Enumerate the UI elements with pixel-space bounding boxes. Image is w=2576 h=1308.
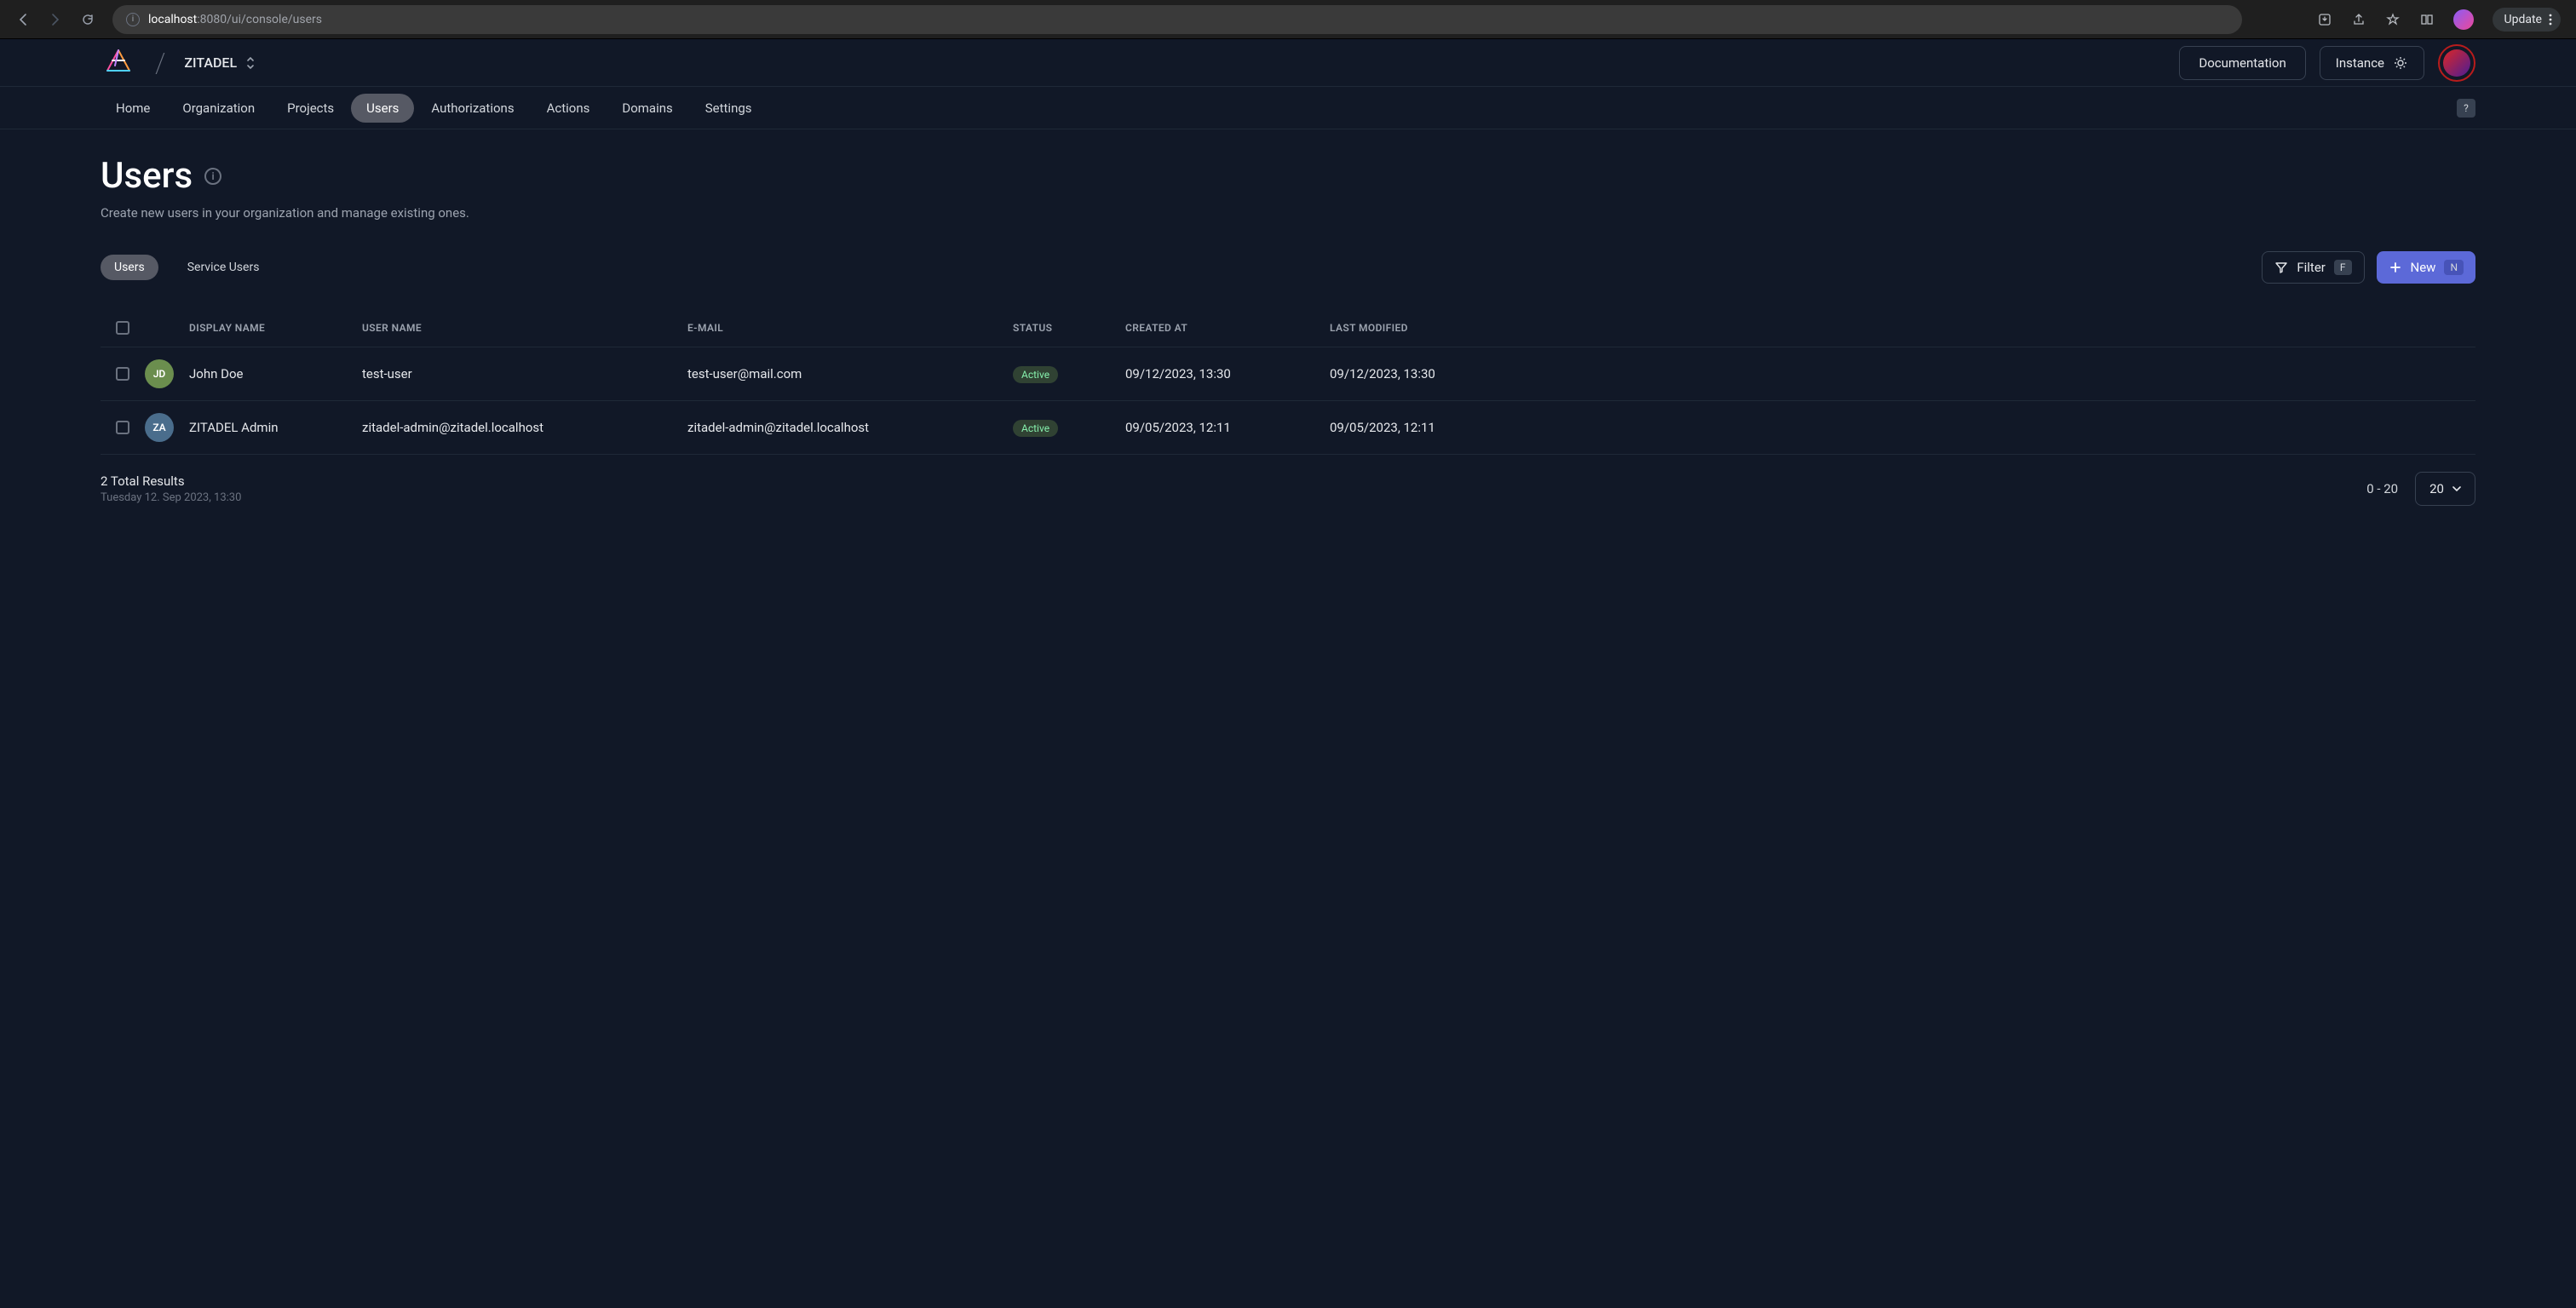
filter-icon — [2274, 261, 2288, 274]
update-label: Update — [2504, 13, 2542, 26]
install-icon[interactable] — [2317, 12, 2332, 27]
forward-button[interactable] — [48, 12, 63, 27]
col-created[interactable]: CREATED AT — [1125, 322, 1330, 334]
instance-button[interactable]: Instance — [2320, 46, 2424, 80]
col-display[interactable]: DISPLAY NAME — [145, 322, 362, 334]
gear-icon — [2393, 55, 2408, 71]
status-badge: Active — [1013, 366, 1058, 383]
help-shortcut[interactable]: ? — [2457, 99, 2475, 118]
table-footer: 2 Total Results Tuesday 12. Sep 2023, 13… — [101, 472, 2475, 506]
last-modified: 09/05/2023, 12:11 — [1330, 420, 2475, 435]
devtools-icon[interactable] — [2419, 12, 2435, 27]
tab-service-users[interactable]: Service Users — [174, 255, 273, 280]
avatar: ZA — [145, 413, 174, 442]
update-button[interactable]: Update — [2493, 8, 2561, 32]
bookmark-icon[interactable] — [2385, 12, 2401, 27]
pagesize-value: 20 — [2429, 481, 2444, 496]
avatar: JD — [145, 359, 174, 388]
info-icon[interactable]: i — [204, 168, 221, 185]
nav-projects[interactable]: Projects — [272, 94, 349, 123]
table-header: DISPLAY NAME USER NAME E-MAIL STATUS CRE… — [101, 309, 2475, 347]
created-at: 09/12/2023, 13:30 — [1125, 366, 1330, 382]
page-range: 0 - 20 — [2366, 481, 2398, 496]
filter-label: Filter — [2297, 260, 2326, 275]
display-name: John Doe — [189, 366, 243, 382]
users-table: DISPLAY NAME USER NAME E-MAIL STATUS CRE… — [101, 309, 2475, 455]
url-bar[interactable]: i localhost:8080/ui/console/users — [112, 5, 2242, 34]
org-selector[interactable]: ZITADEL — [184, 54, 256, 71]
browser-toolbar: i localhost:8080/ui/console/users Update — [0, 0, 2576, 39]
col-user[interactable]: USER NAME — [362, 322, 687, 334]
avatar — [2443, 49, 2470, 77]
nav-authorizations[interactable]: Authorizations — [416, 94, 529, 123]
chevron-updown-icon — [245, 55, 256, 71]
nav-domains[interactable]: Domains — [607, 94, 687, 123]
user-name: zitadel-admin@zitadel.localhost — [362, 420, 687, 435]
nav-settings[interactable]: Settings — [690, 94, 768, 123]
results-count: 2 Total Results — [101, 473, 241, 489]
chevron-down-icon — [2452, 486, 2461, 491]
share-icon[interactable] — [2351, 12, 2366, 27]
table-row[interactable]: JD John Doe test-user test-user@mail.com… — [101, 347, 2475, 401]
display-name: ZITADEL Admin — [189, 420, 279, 435]
app-header: / ZITADEL Documentation Instance — [0, 39, 2576, 87]
url-path: :8080/ui/console/users — [197, 13, 322, 26]
tab-users[interactable]: Users — [101, 255, 158, 280]
page-title: Users — [101, 155, 193, 197]
documentation-button[interactable]: Documentation — [2179, 46, 2305, 80]
filter-button[interactable]: Filter F — [2262, 251, 2364, 284]
row-checkbox[interactable] — [116, 421, 129, 434]
nav-organization[interactable]: Organization — [167, 94, 270, 123]
url-host: localhost — [148, 13, 197, 26]
pagesize-selector[interactable]: 20 — [2415, 472, 2475, 506]
kebab-icon — [2549, 14, 2552, 26]
table-row[interactable]: ZA ZITADEL Admin zitadel-admin@zitadel.l… — [101, 401, 2475, 455]
last-modified: 09/12/2023, 13:30 — [1330, 366, 2475, 382]
page-subtitle: Create new users in your organization an… — [101, 205, 2475, 221]
breadcrumb-divider: / — [155, 47, 165, 79]
main-nav: Home Organization Projects Users Authori… — [0, 87, 2576, 129]
org-name-label: ZITADEL — [184, 54, 237, 71]
email: test-user@mail.com — [687, 366, 1013, 382]
back-button[interactable] — [15, 12, 31, 27]
site-info-icon[interactable]: i — [126, 13, 140, 26]
instance-label: Instance — [2336, 55, 2384, 71]
col-status[interactable]: STATUS — [1013, 322, 1125, 334]
zitadel-logo[interactable] — [101, 45, 136, 81]
page-content: Users i Create new users in your organiz… — [0, 129, 2576, 531]
timestamp: Tuesday 12. Sep 2023, 13:30 — [101, 491, 241, 504]
toolbar: Users Service Users Filter F New N — [101, 251, 2475, 284]
col-email[interactable]: E-MAIL — [687, 322, 1013, 334]
profile-avatar[interactable] — [2453, 9, 2474, 30]
row-checkbox[interactable] — [116, 367, 129, 381]
nav-home[interactable]: Home — [101, 94, 165, 123]
user-name: test-user — [362, 366, 687, 382]
nav-actions[interactable]: Actions — [532, 94, 606, 123]
new-key: N — [2444, 260, 2464, 275]
filter-key: F — [2334, 260, 2352, 275]
created-at: 09/05/2023, 12:11 — [1125, 420, 1330, 435]
new-button[interactable]: New N — [2377, 251, 2476, 284]
documentation-label: Documentation — [2199, 55, 2286, 71]
reload-button[interactable] — [80, 12, 95, 27]
nav-users[interactable]: Users — [351, 94, 414, 123]
user-menu[interactable] — [2438, 44, 2475, 82]
status-badge: Active — [1013, 420, 1058, 437]
col-modified[interactable]: LAST MODIFIED — [1330, 322, 2475, 334]
email: zitadel-admin@zitadel.localhost — [687, 420, 1013, 435]
plus-icon — [2389, 261, 2402, 274]
select-all-checkbox[interactable] — [116, 321, 129, 335]
new-label: New — [2411, 260, 2436, 275]
